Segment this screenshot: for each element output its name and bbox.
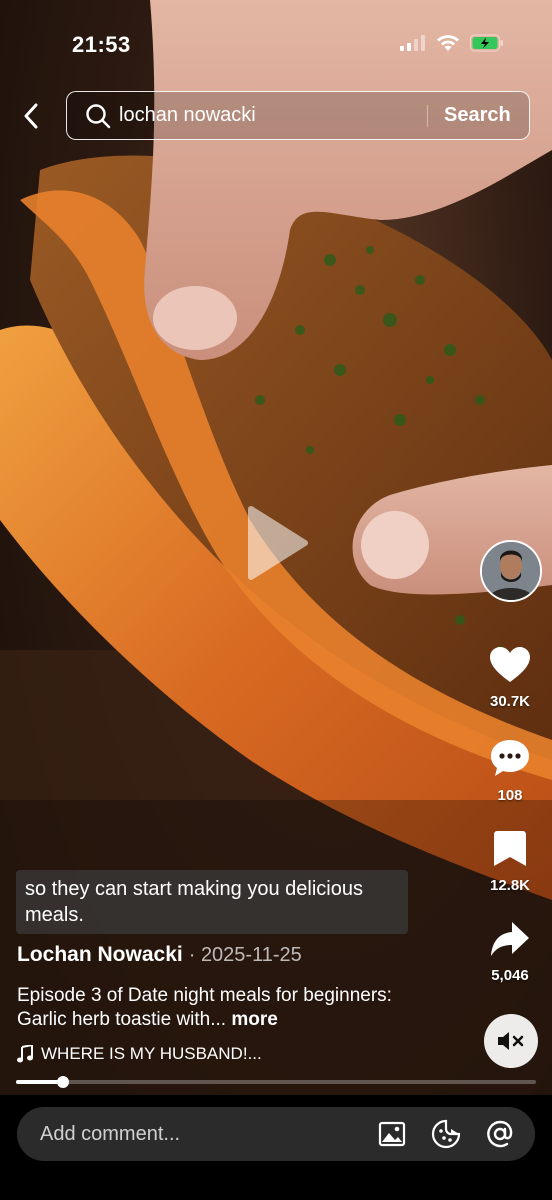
back-chevron-icon <box>24 103 38 129</box>
video-progress-bar[interactable] <box>16 1076 536 1088</box>
share-button[interactable]: 5,046 <box>475 920 545 984</box>
video-description[interactable]: Episode 3 of Date night meals for beginn… <box>17 984 427 1032</box>
status-icons <box>400 34 504 52</box>
status-time: 21:53 <box>72 32 131 57</box>
music-note-icon <box>17 1045 33 1063</box>
heart-icon <box>490 647 530 682</box>
music-track[interactable]: WHERE IS MY HUSBAND!... <box>17 1044 262 1064</box>
signal-icon <box>400 35 425 51</box>
description-text: Episode 3 of Date night meals for beginn… <box>17 985 392 1030</box>
play-icon[interactable] <box>245 505 309 581</box>
like-count: 30.7K <box>489 693 531 710</box>
creator-avatar[interactable] <box>480 540 542 602</box>
more-link[interactable]: more <box>231 1009 277 1030</box>
emoji-button[interactable] <box>431 1119 461 1149</box>
date-separator: · <box>188 944 196 966</box>
mute-icon <box>498 1032 524 1050</box>
mute-button[interactable] <box>484 1014 538 1068</box>
video-subtitle: so they can start making you delicious m… <box>16 870 408 934</box>
mention-button[interactable] <box>485 1119 515 1149</box>
like-button[interactable]: 30.7K <box>475 646 545 710</box>
search-button[interactable]: Search <box>444 104 511 127</box>
search-input[interactable] <box>119 104 419 127</box>
save-button[interactable]: 12.8K <box>475 830 545 894</box>
music-title: WHERE IS MY HUSBAND!... <box>41 1044 262 1063</box>
search-bar[interactable]: Search <box>66 91 530 140</box>
back-button[interactable] <box>14 98 48 134</box>
image-icon <box>378 1121 406 1147</box>
progress-fill <box>16 1080 63 1084</box>
comment-count: 108 <box>497 787 523 804</box>
comment-field[interactable]: Add comment... <box>17 1107 535 1161</box>
share-icon <box>491 922 529 956</box>
progress-knob[interactable] <box>56 1076 69 1088</box>
author-name[interactable]: Lochan Nowacki <box>17 943 183 967</box>
share-count: 5,046 <box>491 967 529 984</box>
search-divider <box>427 104 428 127</box>
comment-bubble-icon <box>491 740 529 776</box>
author-line: Lochan Nowacki · 2025-11-25 <box>17 943 302 967</box>
avatar-image <box>482 542 540 600</box>
save-count: 12.8K <box>489 877 531 894</box>
image-button[interactable] <box>377 1119 407 1149</box>
comment-button[interactable]: 108 <box>475 738 545 804</box>
emoji-icon <box>431 1119 461 1149</box>
date-value: 2025-11-25 <box>200 944 302 966</box>
at-icon <box>487 1120 513 1148</box>
comment-placeholder: Add comment... <box>40 1122 181 1145</box>
status-bar: 21:53 <box>0 0 552 80</box>
post-date: · 2025-11-25 <box>189 944 302 967</box>
bottom-bar: Add comment... <box>0 1095 552 1200</box>
search-icon <box>86 103 111 128</box>
bookmark-icon <box>494 831 526 866</box>
wifi-icon <box>437 35 459 51</box>
battery-icon <box>470 34 503 52</box>
